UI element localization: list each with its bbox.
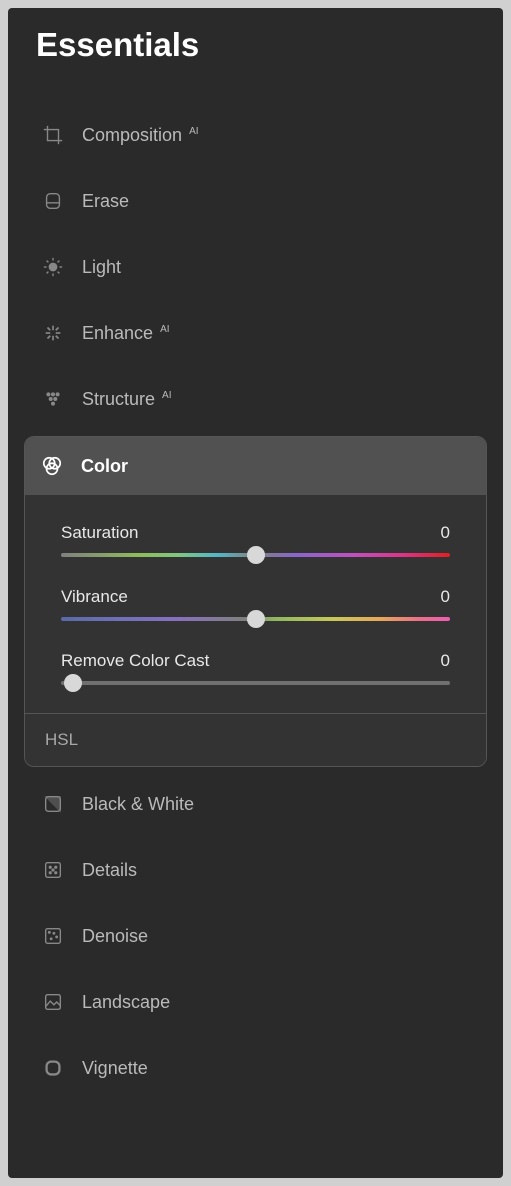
remove-color-cast-value: 0 <box>441 651 450 671</box>
erase-icon <box>42 190 64 212</box>
tool-label: Light <box>82 257 121 278</box>
tool-enhance[interactable]: Enhance AI <box>22 300 489 366</box>
vibrance-thumb[interactable] <box>247 610 265 628</box>
structure-icon <box>42 388 64 410</box>
tool-label: Landscape <box>82 992 170 1013</box>
tool-list: Composition AI Erase Light Enhance AI St <box>22 102 489 1101</box>
tool-label: Structure AI <box>82 389 172 410</box>
tool-landscape[interactable]: Landscape <box>22 969 489 1035</box>
remove-color-cast-control: Remove Color Cast 0 <box>61 651 450 685</box>
landscape-icon <box>42 991 64 1013</box>
crop-icon <box>42 124 64 146</box>
tool-details[interactable]: Details <box>22 837 489 903</box>
saturation-control: Saturation 0 <box>61 523 450 557</box>
tool-label: Details <box>82 860 137 881</box>
saturation-label: Saturation <box>61 523 139 543</box>
tool-label: Erase <box>82 191 129 212</box>
vibrance-value: 0 <box>441 587 450 607</box>
enhance-icon <box>42 322 64 344</box>
tool-color-expanded: Color Saturation 0 Vibrance 0 <box>24 436 487 767</box>
vibrance-control: Vibrance 0 <box>61 587 450 621</box>
tool-label: Black & White <box>82 794 194 815</box>
color-controls: Saturation 0 Vibrance 0 <box>25 495 486 714</box>
tool-label: Color <box>81 456 128 477</box>
black-white-icon <box>42 793 64 815</box>
tool-vignette[interactable]: Vignette <box>22 1035 489 1101</box>
tool-black-white[interactable]: Black & White <box>22 771 489 837</box>
light-icon <box>42 256 64 278</box>
vibrance-label: Vibrance <box>61 587 128 607</box>
denoise-icon <box>42 925 64 947</box>
tool-structure[interactable]: Structure AI <box>22 366 489 432</box>
tool-color-header[interactable]: Color <box>25 437 486 495</box>
vignette-icon <box>42 1057 64 1079</box>
hsl-subsection[interactable]: HSL <box>25 714 486 766</box>
tool-label: Enhance AI <box>82 323 170 344</box>
essentials-panel: Essentials Composition AI Erase Light En… <box>8 8 503 1178</box>
details-icon <box>42 859 64 881</box>
tool-composition[interactable]: Composition AI <box>22 102 489 168</box>
saturation-slider[interactable] <box>61 553 450 557</box>
vibrance-slider[interactable] <box>61 617 450 621</box>
color-icon <box>41 455 63 477</box>
remove-color-cast-slider[interactable] <box>61 681 450 685</box>
tool-label: Vignette <box>82 1058 148 1079</box>
tool-denoise[interactable]: Denoise <box>22 903 489 969</box>
tool-light[interactable]: Light <box>22 234 489 300</box>
tool-label: Composition AI <box>82 125 199 146</box>
saturation-value: 0 <box>441 523 450 543</box>
tool-label: Denoise <box>82 926 148 947</box>
panel-title: Essentials <box>22 26 489 64</box>
remove-color-cast-label: Remove Color Cast <box>61 651 209 671</box>
remove-color-cast-thumb[interactable] <box>64 674 82 692</box>
tool-erase[interactable]: Erase <box>22 168 489 234</box>
saturation-thumb[interactable] <box>247 546 265 564</box>
